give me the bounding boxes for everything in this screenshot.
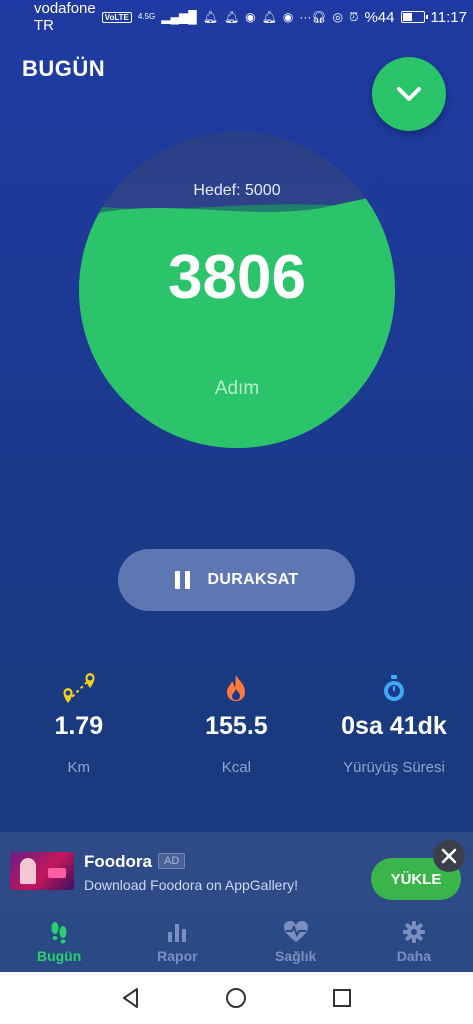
- bell-icon: 🔔︎: [202, 10, 218, 24]
- alarm-icon: ⏰︎: [349, 10, 359, 24]
- carrier-label: vodafone TR: [34, 0, 96, 34]
- stat-calories-value: 155.5: [205, 712, 268, 740]
- chevron-down-icon: [397, 87, 421, 101]
- nav-label-bugun: Bugün: [36, 947, 82, 964]
- status-bar: vodafone TR VoLTE 4.5G ▂▄▆█ 🔔︎ 🔔︎ ◉ 🔔︎ ◉…: [0, 0, 473, 34]
- stat-calories-label: Kcal: [221, 759, 251, 776]
- stat-duration: 0sa 41dk Yürüyüş Süresi: [315, 670, 473, 776]
- collapse-button[interactable]: [372, 57, 446, 131]
- clock: 11:17: [430, 8, 467, 26]
- status-right: 🎧︎ ◎ ⏰︎ %44 11:17: [311, 9, 467, 26]
- stat-distance-value: 1.79: [54, 712, 104, 740]
- pause-icon: [174, 571, 190, 589]
- back-icon[interactable]: [119, 986, 143, 1010]
- nav-item-daha[interactable]: Daha: [355, 911, 473, 972]
- pause-button[interactable]: DURAKSAT: [118, 549, 355, 611]
- stat-duration-value: 0sa 41dk: [341, 712, 447, 740]
- chrome-icon: ◉: [282, 10, 294, 24]
- close-ad-button[interactable]: [433, 840, 465, 872]
- battery-percent: %44: [364, 8, 395, 26]
- ad-description[interactable]: Download Foodora on AppGallery!: [84, 877, 298, 893]
- footsteps-icon: [51, 921, 67, 943]
- step-count: 3806: [168, 243, 306, 312]
- bottom-nav: Bugün Rapor Sağlık Daha: [0, 911, 473, 972]
- stopwatch-icon: [381, 670, 407, 706]
- page-title: BUGÜN: [22, 56, 106, 81]
- stats-row: 1.79 Km 155.5 Kcal 0sa 41dk Yürüyüş Süre…: [0, 670, 473, 776]
- nav-label-rapor: Rapor: [157, 947, 198, 964]
- step-progress-circle: Hedef: 5000 3806 Adım: [79, 132, 395, 448]
- flame-icon: [223, 670, 249, 706]
- status-left: vodafone TR VoLTE 4.5G ▂▄▆█ 🔔︎ 🔔︎ ◉ 🔔︎ ◉…: [34, 0, 311, 34]
- signal-icon: ▂▄▆█: [161, 10, 197, 24]
- bar-chart-icon: [168, 923, 187, 942]
- nav-item-rapor[interactable]: Rapor: [118, 911, 236, 972]
- goal-label: Hedef: 5000: [193, 182, 281, 199]
- network-type: 4.5G: [137, 12, 156, 21]
- volte-badge: VoLTE: [101, 11, 132, 23]
- route-pin-icon: [59, 670, 99, 706]
- headset-icon: 🎧︎: [311, 10, 327, 24]
- nav-label-daha: Daha: [396, 947, 431, 964]
- bell-icon: 🔔︎: [223, 10, 240, 24]
- system-nav-bar: [0, 972, 473, 1024]
- stat-duration-label: Yürüyüş Süresi: [343, 759, 445, 776]
- eye-icon: ◎: [332, 10, 344, 24]
- heart-pulse-icon: [283, 920, 308, 942]
- stat-distance-label: Km: [67, 759, 91, 776]
- close-icon: [441, 848, 457, 864]
- battery-icon: [400, 11, 428, 23]
- nav-label-saglik: Sağlık: [275, 947, 317, 964]
- nav-item-saglik[interactable]: Sağlık: [237, 911, 355, 972]
- bell-icon: 🔔︎: [261, 10, 277, 24]
- more-icon: ···: [299, 10, 312, 24]
- gear-icon: [402, 920, 425, 943]
- pause-button-label: DURAKSAT: [207, 571, 299, 588]
- ad-badge: AD: [158, 853, 186, 869]
- stat-calories: 155.5 Kcal: [158, 670, 316, 776]
- ad-thumbnail[interactable]: [10, 852, 74, 890]
- chrome-icon: ◉: [245, 10, 256, 24]
- recents-icon[interactable]: [330, 986, 354, 1010]
- nav-item-bugun[interactable]: Bugün: [0, 911, 118, 972]
- stat-distance: 1.79 Km: [0, 670, 158, 776]
- step-unit-label: Adım: [214, 378, 260, 399]
- ad-title[interactable]: Foodora: [84, 852, 152, 872]
- home-icon[interactable]: [224, 986, 248, 1010]
